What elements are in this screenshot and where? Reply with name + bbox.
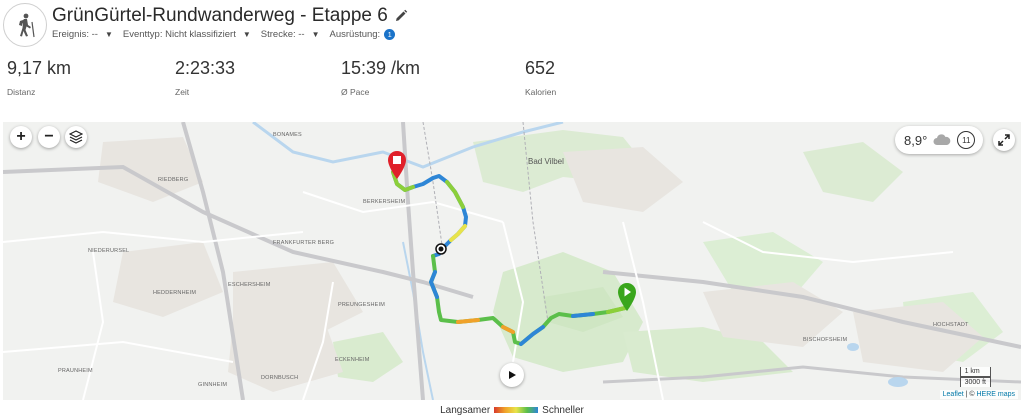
stat-value: 9,17 km [7,58,72,78]
play-icon [509,371,516,379]
legend-slower-label: Langsamer [440,404,491,416]
chevron-down-icon: ▼ [311,30,320,39]
scale-metric: 1 km [959,367,991,377]
layers-button[interactable] [65,126,87,148]
activity-meta-row: Ereignis: -- ▼ Eventtyp: Nicht klassifizi… [52,29,405,40]
end-marker-icon[interactable] [386,150,408,180]
place-label: BONAMES [273,132,302,138]
activity-type-avatar [3,3,47,47]
start-marker-icon[interactable] [616,282,638,312]
scale-imperial: 3000 ft [959,377,991,387]
activity-header: GrünGürtel-Rundwanderweg - Etappe 6 Erei… [0,0,1024,52]
cloud-icon [933,134,951,145]
course-dropdown-label: Strecke: -- [260,29,305,40]
weather-widget[interactable]: 8,9° 11 [895,126,983,154]
chevron-down-icon: ▼ [104,30,113,39]
activity-title: GrünGürtel-Rundwanderweg - Etappe 6 [52,5,388,26]
stat-label: Distanz [7,87,36,97]
stat-time: 2:23:33 Zeit [175,58,235,97]
chevron-down-icon: ▼ [242,30,251,39]
map-attribution: Leaflet | © HERE maps [939,390,1018,399]
pace-legend: Langsamer Schneller [0,403,1024,417]
zoom-in-button[interactable]: + [10,126,32,148]
legend-faster-label: Schneller [542,404,584,416]
gear-selector[interactable]: Ausrüstung: 1 [330,29,396,40]
pace-gradient-bar [494,407,539,413]
fullscreen-icon [998,134,1010,146]
gear-count-badge: 1 [384,29,396,40]
attribution-separator: | © [963,391,977,398]
map-scale: 1 km 3000 ft [959,367,991,387]
course-dropdown[interactable]: Strecke: -- ▼ [261,29,320,40]
place-label: BERKERSHEIM [363,199,406,205]
stat-value: 652 [525,58,556,78]
stat-distance: 9,17 km Distanz [7,58,71,97]
weather-temperature: 8,9° [904,132,928,148]
place-label: ESCHERSHEIM [228,282,271,288]
play-replay-button[interactable] [500,363,524,387]
route-map[interactable]: Bad Vilbel BERKERSHEIM HEDDERNHEIM ESCHE… [3,122,1021,400]
stat-label: Kalorien [525,87,557,97]
event-type-dropdown[interactable]: Eventtyp: Nicht klassifiziert ▼ [123,29,251,40]
activity-stats: 9,17 km Distanz 2:23:33 Zeit 15:39 /km Ø… [0,58,1024,108]
wind-speed-icon: 11 [957,131,976,149]
place-label: PRAUNHEIM [58,368,93,374]
stat-value: 15:39 /km [341,58,421,78]
place-label: Bad Vilbel [528,157,564,166]
event-dropdown-label: Ereignis: -- [52,29,98,40]
place-label: BISCHOFSHEIM [803,337,848,343]
stat-value: 2:23:33 [175,58,236,78]
place-label: HEDDERNHEIM [153,290,197,296]
here-maps-link[interactable]: HERE maps [976,391,1015,398]
zoom-out-button[interactable]: − [38,126,60,148]
place-label: NIEDERURSEL [88,248,130,254]
place-label: HOCHSTADT [933,322,969,328]
position-dot-icon[interactable] [435,243,447,255]
place-label: FRANKFURTER BERG [273,240,335,246]
event-dropdown[interactable]: Ereignis: -- ▼ [52,29,113,40]
fullscreen-button[interactable] [993,129,1015,151]
stat-label: Zeit [175,87,190,97]
stat-calories: 652 Kalorien [525,58,556,97]
stat-label: Ø Pace [341,87,370,97]
place-label: PREUNGESHEIM [338,302,386,308]
gear-selector-label: Ausrüstung: [329,29,381,40]
place-label: GINNHEIM [198,382,228,388]
leaflet-link[interactable]: Leaflet [943,391,964,398]
place-label: DORNBUSCH [261,375,299,381]
stat-pace: 15:39 /km Ø Pace [341,58,420,97]
event-type-dropdown-label: Eventtyp: Nicht klassifiziert [122,29,236,40]
place-label: RIEDBERG [158,177,189,183]
hiking-icon [19,13,35,38]
map-base-layer [3,122,1021,400]
layers-icon [69,130,83,144]
place-label: ECKENHEIM [335,357,370,363]
edit-pencil-icon[interactable] [394,9,408,23]
